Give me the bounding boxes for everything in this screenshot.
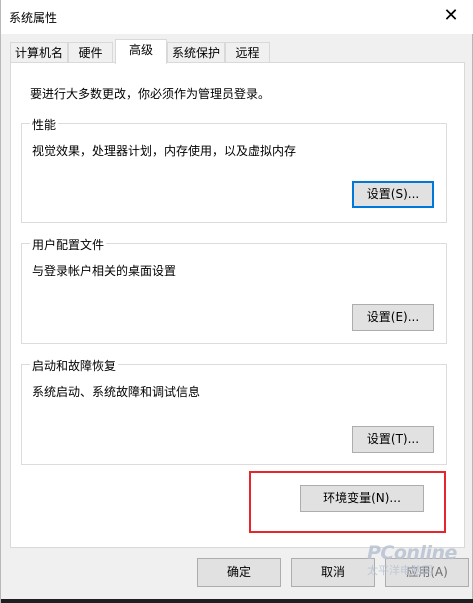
title-bar: 系统属性 ✕	[1, 0, 473, 34]
tab-strip: 计算机名 硬件 高级 系统保护 远程	[10, 39, 470, 64]
admin-note: 要进行大多数更改，你必须作为管理员登录。	[30, 87, 271, 101]
close-button[interactable]: ✕	[428, 0, 473, 30]
startup-recovery-description: 系统启动、系统故障和调试信息	[32, 385, 201, 399]
tab-advanced[interactable]: 高级	[115, 39, 167, 64]
tab-computer-name[interactable]: 计算机名	[10, 42, 68, 63]
user-profiles-settings-button[interactable]: 设置(E)...	[352, 304, 434, 331]
performance-settings-button[interactable]: 设置(S)...	[352, 181, 434, 208]
ok-button[interactable]: 确定	[197, 558, 281, 587]
tab-remote[interactable]: 远程	[225, 42, 270, 63]
startup-recovery-settings-button[interactable]: 设置(T)...	[352, 426, 434, 453]
user-profiles-title: 用户配置文件	[30, 236, 107, 253]
performance-title: 性能	[30, 116, 59, 133]
close-icon: ✕	[443, 4, 459, 26]
apply-button[interactable]: 应用(A)	[385, 558, 469, 587]
system-properties-window: 系统属性 ✕ 计算机名 硬件 高级 系统保护 远程 要进行大多数更改，你必须作为…	[0, 0, 473, 603]
tab-hardware[interactable]: 硬件	[68, 42, 113, 63]
user-profiles-group: 用户配置文件 与登录帐户相关的桌面设置 设置(E)...	[21, 236, 447, 344]
startup-recovery-title: 启动和故障恢复	[30, 357, 119, 374]
bottom-edge	[1, 599, 473, 603]
cancel-button[interactable]: 取消	[291, 558, 375, 587]
startup-recovery-group: 启动和故障恢复 系统启动、系统故障和调试信息 设置(T)...	[21, 357, 447, 465]
user-profiles-description: 与登录帐户相关的桌面设置	[32, 264, 177, 278]
performance-group: 性能 视觉效果，处理器计划，内存使用，以及虚拟内存 设置(S)...	[21, 116, 447, 223]
tab-system-protection[interactable]: 系统保护	[167, 42, 225, 63]
performance-description: 视觉效果，处理器计划，内存使用，以及虚拟内存	[32, 144, 297, 158]
window-title: 系统属性	[9, 11, 58, 25]
highlight-box	[249, 471, 446, 533]
